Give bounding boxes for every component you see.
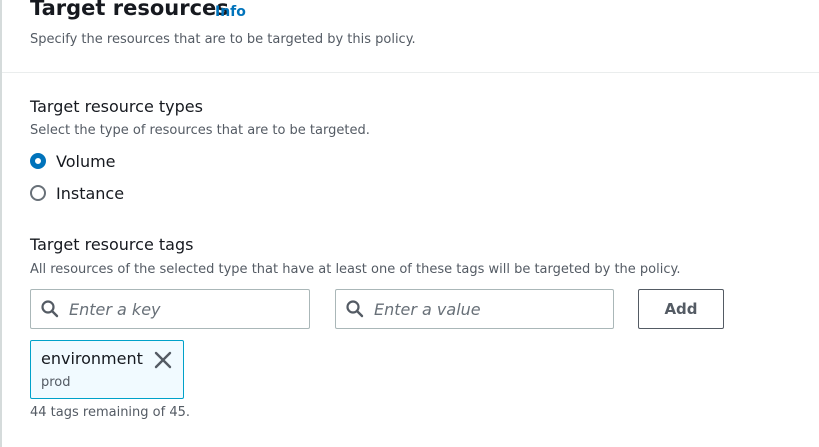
target-resources-panel: Target resources Info Specify the resour… (0, 0, 819, 447)
tag-value-field[interactable] (335, 289, 614, 329)
radio-button-instance[interactable] (30, 185, 46, 201)
tag-key-input[interactable] (69, 299, 269, 319)
panel-header: Target resources Info Specify the resour… (2, 0, 819, 73)
radio-label-volume: Volume (56, 151, 116, 171)
resource-tags-description: All resources of the selected type that … (30, 262, 681, 277)
tag-key-field[interactable] (30, 289, 310, 329)
tag-token-key: environment (41, 349, 143, 368)
radio-option-instance[interactable]: Instance (30, 182, 124, 204)
search-icon (346, 300, 364, 318)
header-description: Specify the resources that are to be tar… (30, 32, 416, 47)
tag-token: environment prod (30, 340, 184, 399)
info-link[interactable]: Info (215, 4, 246, 20)
page-title: Target resources (30, 0, 229, 20)
resource-tags-title: Target resource tags (30, 235, 194, 254)
tag-token-value: prod (41, 375, 71, 390)
tags-remaining-text: 44 tags remaining of 45. (30, 405, 191, 420)
resource-types-description: Select the type of resources that are to… (30, 123, 370, 138)
resource-types-title: Target resource types (30, 97, 203, 116)
close-icon[interactable] (153, 350, 173, 370)
search-icon (41, 300, 59, 318)
add-tag-button[interactable]: Add (638, 289, 724, 329)
radio-option-volume[interactable]: Volume (30, 150, 116, 172)
tag-value-input[interactable] (374, 299, 574, 319)
radio-label-instance: Instance (56, 183, 125, 203)
radio-button-volume[interactable] (30, 153, 46, 169)
